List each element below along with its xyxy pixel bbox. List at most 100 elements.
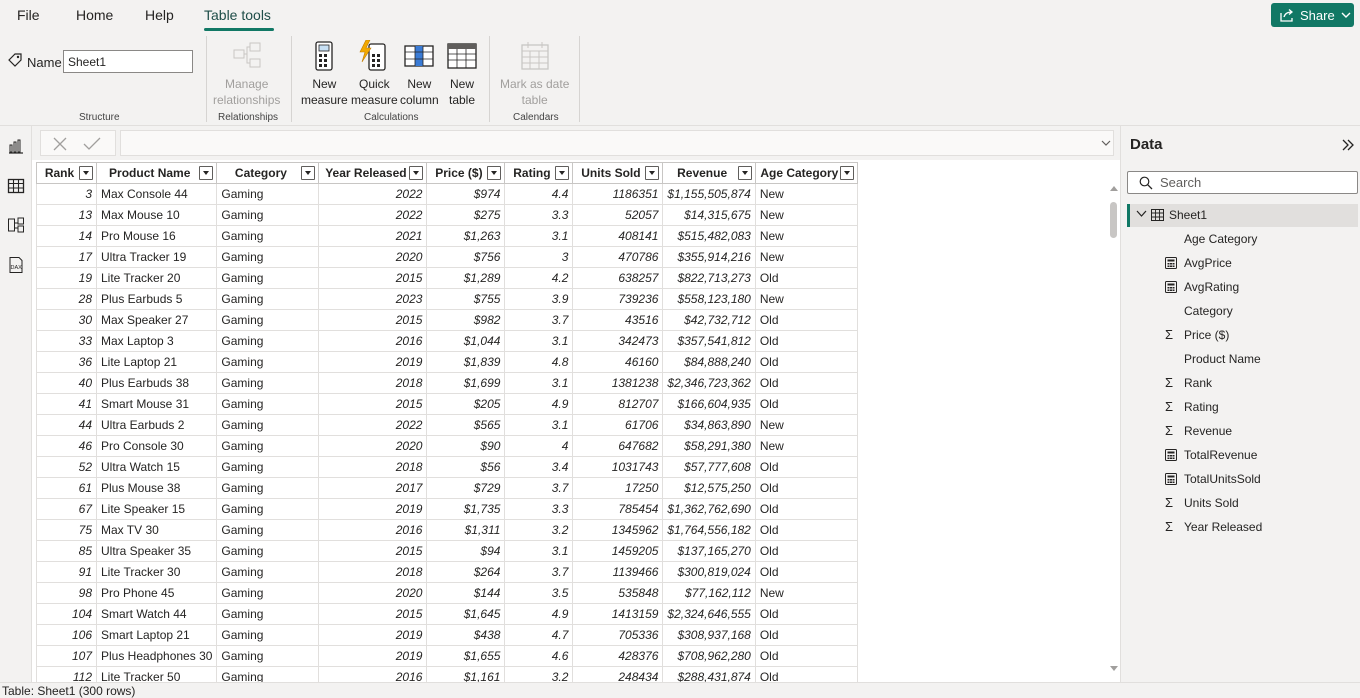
table-cell[interactable]: 19 <box>36 267 97 289</box>
table-cell[interactable]: 17250 <box>572 477 664 499</box>
table-cell[interactable]: 2022 <box>318 414 428 436</box>
new-table-button[interactable]: New table <box>446 40 478 108</box>
expand-formula-chevron-icon[interactable] <box>1101 140 1111 147</box>
scroll-down-arrow[interactable] <box>1110 666 1118 671</box>
table-cell[interactable]: 1459205 <box>572 540 664 562</box>
table-cell[interactable]: Ultra Earbuds 2 <box>95 414 218 436</box>
table-cell[interactable]: 342473 <box>572 330 664 352</box>
table-cell[interactable]: Gaming <box>216 561 320 583</box>
table-cell[interactable]: Smart Watch 44 <box>95 603 218 625</box>
table-cell[interactable]: 1413159 <box>572 603 664 625</box>
table-cell[interactable]: $974 <box>426 183 506 205</box>
table-cell[interactable]: 28 <box>36 288 97 310</box>
new-measure-button[interactable]: New measure <box>301 40 348 108</box>
table-cell[interactable]: 3.9 <box>504 288 574 310</box>
filter-dropdown-icon[interactable] <box>487 166 502 180</box>
table-cell[interactable]: 36 <box>36 351 97 373</box>
table-cell[interactable]: Plus Earbuds 38 <box>95 372 218 394</box>
table-cell[interactable]: Old <box>754 351 858 373</box>
table-cell[interactable]: 3.1 <box>504 540 574 562</box>
table-cell[interactable]: $1,362,762,690 <box>662 498 756 520</box>
table-cell[interactable]: Gaming <box>216 498 320 520</box>
table-cell[interactable]: New <box>754 246 858 268</box>
table-cell[interactable]: 2022 <box>318 183 428 205</box>
tab-file[interactable]: File <box>17 7 40 23</box>
field-item[interactable]: Σ Rating <box>1165 398 1345 418</box>
filter-dropdown-icon[interactable] <box>645 166 660 180</box>
table-cell[interactable]: $90 <box>426 435 506 457</box>
table-cell[interactable]: $1,699 <box>426 372 506 394</box>
table-cell[interactable]: Max TV 30 <box>95 519 218 541</box>
table-cell[interactable]: 647682 <box>572 435 664 457</box>
table-cell[interactable]: 535848 <box>572 582 664 604</box>
table-cell[interactable]: $1,263 <box>426 225 506 247</box>
table-cell[interactable]: 43516 <box>572 309 664 331</box>
table-cell[interactable]: Gaming <box>216 435 320 457</box>
table-cell[interactable]: $166,604,935 <box>662 393 756 415</box>
table-cell[interactable]: 2023 <box>318 288 428 310</box>
field-item[interactable]: Σ Price ($) <box>1165 326 1345 346</box>
table-cell[interactable]: Old <box>754 666 858 682</box>
table-cell[interactable]: 2019 <box>318 498 428 520</box>
chevron-down-icon[interactable] <box>1136 209 1147 219</box>
table-cell[interactable]: 2019 <box>318 351 428 373</box>
table-cell[interactable]: Gaming <box>216 603 320 625</box>
table-cell[interactable]: 2018 <box>318 456 428 478</box>
table-cell[interactable]: $300,819,024 <box>662 561 756 583</box>
table-cell[interactable]: $755 <box>426 288 506 310</box>
field-item[interactable]: Σ Rank <box>1165 374 1345 394</box>
table-cell[interactable]: $822,713,273 <box>662 267 756 289</box>
table-cell[interactable]: 2016 <box>318 666 428 682</box>
collapse-pane-icon[interactable] <box>1341 138 1355 152</box>
table-cell[interactable]: Old <box>754 603 858 625</box>
table-cell[interactable]: 30 <box>36 309 97 331</box>
table-cell[interactable]: Ultra Tracker 19 <box>95 246 218 268</box>
column-header[interactable]: Rating <box>504 162 574 184</box>
field-item[interactable]: Product Name <box>1165 350 1345 370</box>
table-cell[interactable]: 470786 <box>572 246 664 268</box>
table-cell[interactable]: $34,863,890 <box>662 414 756 436</box>
table-cell[interactable]: $1,735 <box>426 498 506 520</box>
table-view-icon[interactable] <box>7 177 25 195</box>
filter-dropdown-icon[interactable] <box>839 166 854 180</box>
model-view-icon[interactable] <box>7 216 25 234</box>
table-cell[interactable]: 52057 <box>572 204 664 226</box>
table-cell[interactable]: Ultra Watch 15 <box>95 456 218 478</box>
table-cell[interactable]: 1381238 <box>572 372 664 394</box>
table-cell[interactable]: Lite Tracker 50 <box>95 666 218 682</box>
field-item[interactable]: Σ Units Sold <box>1165 494 1345 514</box>
column-header[interactable]: Rank <box>36 162 97 184</box>
table-cell[interactable]: Gaming <box>216 288 320 310</box>
table-cell[interactable]: Old <box>754 372 858 394</box>
table-cell[interactable]: $57,777,608 <box>662 456 756 478</box>
table-cell[interactable]: 17 <box>36 246 97 268</box>
table-cell[interactable]: 3 <box>504 246 574 268</box>
table-cell[interactable]: 638257 <box>572 267 664 289</box>
table-cell[interactable]: 248434 <box>572 666 664 682</box>
table-cell[interactable]: Smart Mouse 31 <box>95 393 218 415</box>
table-cell[interactable]: $729 <box>426 477 506 499</box>
table-cell[interactable]: Old <box>754 477 858 499</box>
table-cell[interactable]: 428376 <box>572 645 664 667</box>
table-cell[interactable]: 85 <box>36 540 97 562</box>
table-cell[interactable]: Gaming <box>216 477 320 499</box>
column-header[interactable]: Product Name <box>95 162 218 184</box>
table-cell[interactable]: Gaming <box>216 414 320 436</box>
table-cell[interactable]: Plus Headphones 30 <box>95 645 218 667</box>
field-item[interactable]: Category <box>1165 302 1345 322</box>
table-cell[interactable]: Old <box>754 456 858 478</box>
table-cell[interactable]: Max Speaker 27 <box>95 309 218 331</box>
table-cell[interactable]: 1345962 <box>572 519 664 541</box>
table-cell[interactable]: 812707 <box>572 393 664 415</box>
field-item[interactable]: TotalRevenue <box>1165 446 1345 466</box>
table-name-input[interactable] <box>63 50 193 73</box>
field-item[interactable]: Σ Year Released <box>1165 518 1345 538</box>
table-cell[interactable]: $1,655 <box>426 645 506 667</box>
table-cell[interactable]: 40 <box>36 372 97 394</box>
table-cell[interactable]: 2022 <box>318 204 428 226</box>
table-cell[interactable]: Old <box>754 540 858 562</box>
table-cell[interactable]: 2019 <box>318 624 428 646</box>
table-cell[interactable]: Gaming <box>216 309 320 331</box>
table-cell[interactable]: 3.1 <box>504 330 574 352</box>
table-cell[interactable]: 1031743 <box>572 456 664 478</box>
